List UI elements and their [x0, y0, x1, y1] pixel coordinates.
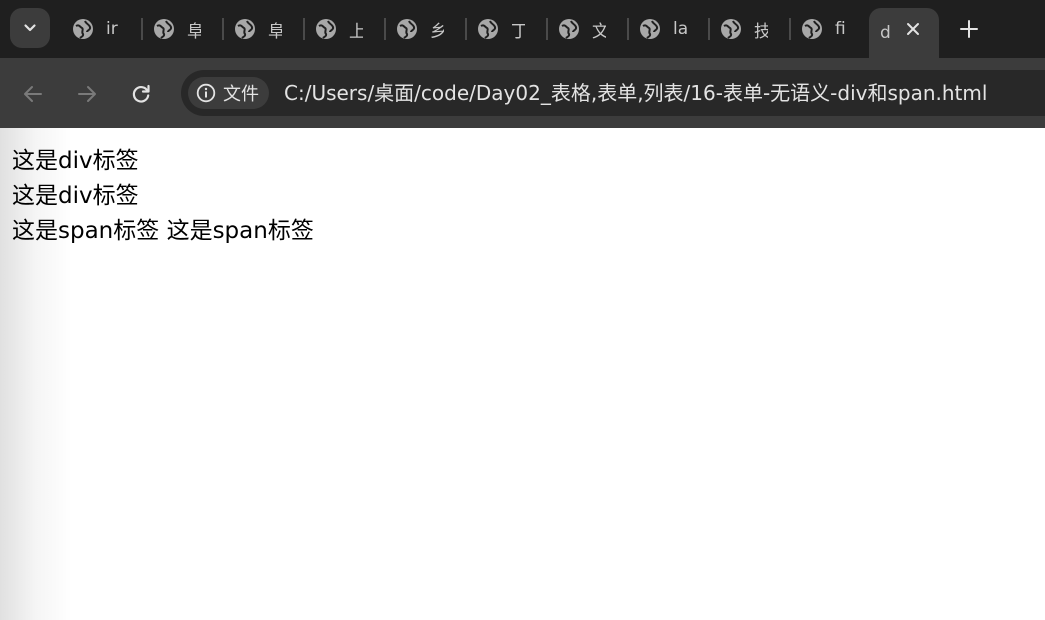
tab-strip: ir 阜 阜 上 乡 丁 文 la 技 fi d — [0, 0, 1045, 58]
page-body: 这是div标签 这是div标签 这是span标签 这是span标签 — [12, 144, 314, 249]
globe-icon — [235, 19, 255, 39]
plus-icon — [960, 20, 978, 38]
globe-icon — [154, 19, 174, 39]
tab[interactable]: la — [629, 8, 710, 50]
new-tab-button[interactable] — [956, 16, 982, 42]
globe-icon — [478, 19, 498, 39]
arrow-left-icon — [24, 86, 42, 102]
tab-title: 文 — [592, 21, 606, 42]
tab-title: 技 — [754, 21, 768, 42]
tab[interactable]: 阜 — [143, 8, 224, 50]
globe-icon — [721, 19, 741, 39]
browser-toolbar: 文件 C:/Users/桌面/code/Day02_表格,表单,列表/16-表单… — [0, 58, 1045, 128]
span-line: 这是span标签 这是span标签 — [12, 218, 314, 244]
arrow-right-icon — [78, 86, 96, 102]
tab-title: 阜 — [187, 21, 201, 42]
tab[interactable]: 阜 — [224, 8, 305, 50]
tab[interactable]: 乡 — [386, 8, 467, 50]
tab-title: 阜 — [268, 21, 282, 42]
chevron-down-icon — [24, 24, 36, 32]
tab-title: ir — [106, 19, 118, 39]
site-info-chip[interactable]: 文件 — [188, 77, 269, 109]
globe-icon — [802, 19, 822, 39]
tab-search-button[interactable] — [10, 8, 50, 48]
tab-active[interactable]: d — [869, 8, 939, 58]
url-text[interactable]: C:/Users/桌面/code/Day02_表格,表单,列表/16-表单-无语… — [284, 80, 987, 106]
div-line: 这是div标签 — [12, 148, 139, 174]
tab-title: 丁 — [511, 21, 525, 42]
tab-title: fi — [835, 19, 846, 39]
close-icon — [907, 23, 919, 35]
tab-title: 上 — [349, 21, 363, 42]
globe-icon — [640, 19, 660, 39]
globe-icon — [559, 19, 579, 39]
globe-icon — [73, 19, 93, 39]
tab-close-button[interactable] — [903, 19, 923, 39]
tab[interactable]: 文 — [548, 8, 629, 50]
tab-title: 乡 — [430, 21, 444, 42]
reload-icon — [132, 84, 150, 103]
tab[interactable]: 上 — [305, 8, 386, 50]
page-viewport: 这是div标签 这是div标签 这是span标签 这是span标签 — [0, 128, 1045, 620]
tab[interactable]: fi — [791, 8, 869, 50]
tab-title: d — [880, 23, 891, 43]
tab[interactable]: 技 — [710, 8, 791, 50]
tab-title: la — [673, 19, 687, 39]
div-line: 这是div标签 — [12, 183, 139, 209]
reload-button[interactable] — [125, 78, 157, 110]
globe-icon — [397, 19, 417, 39]
address-bar[interactable]: 文件 C:/Users/桌面/code/Day02_表格,表单,列表/16-表单… — [181, 70, 1045, 116]
info-icon — [196, 83, 216, 103]
site-info-label: 文件 — [223, 84, 259, 105]
back-button[interactable] — [17, 78, 49, 110]
globe-icon — [316, 19, 336, 39]
forward-button[interactable] — [71, 78, 103, 110]
tab[interactable]: ir — [62, 8, 143, 50]
tab[interactable]: 丁 — [467, 8, 548, 50]
